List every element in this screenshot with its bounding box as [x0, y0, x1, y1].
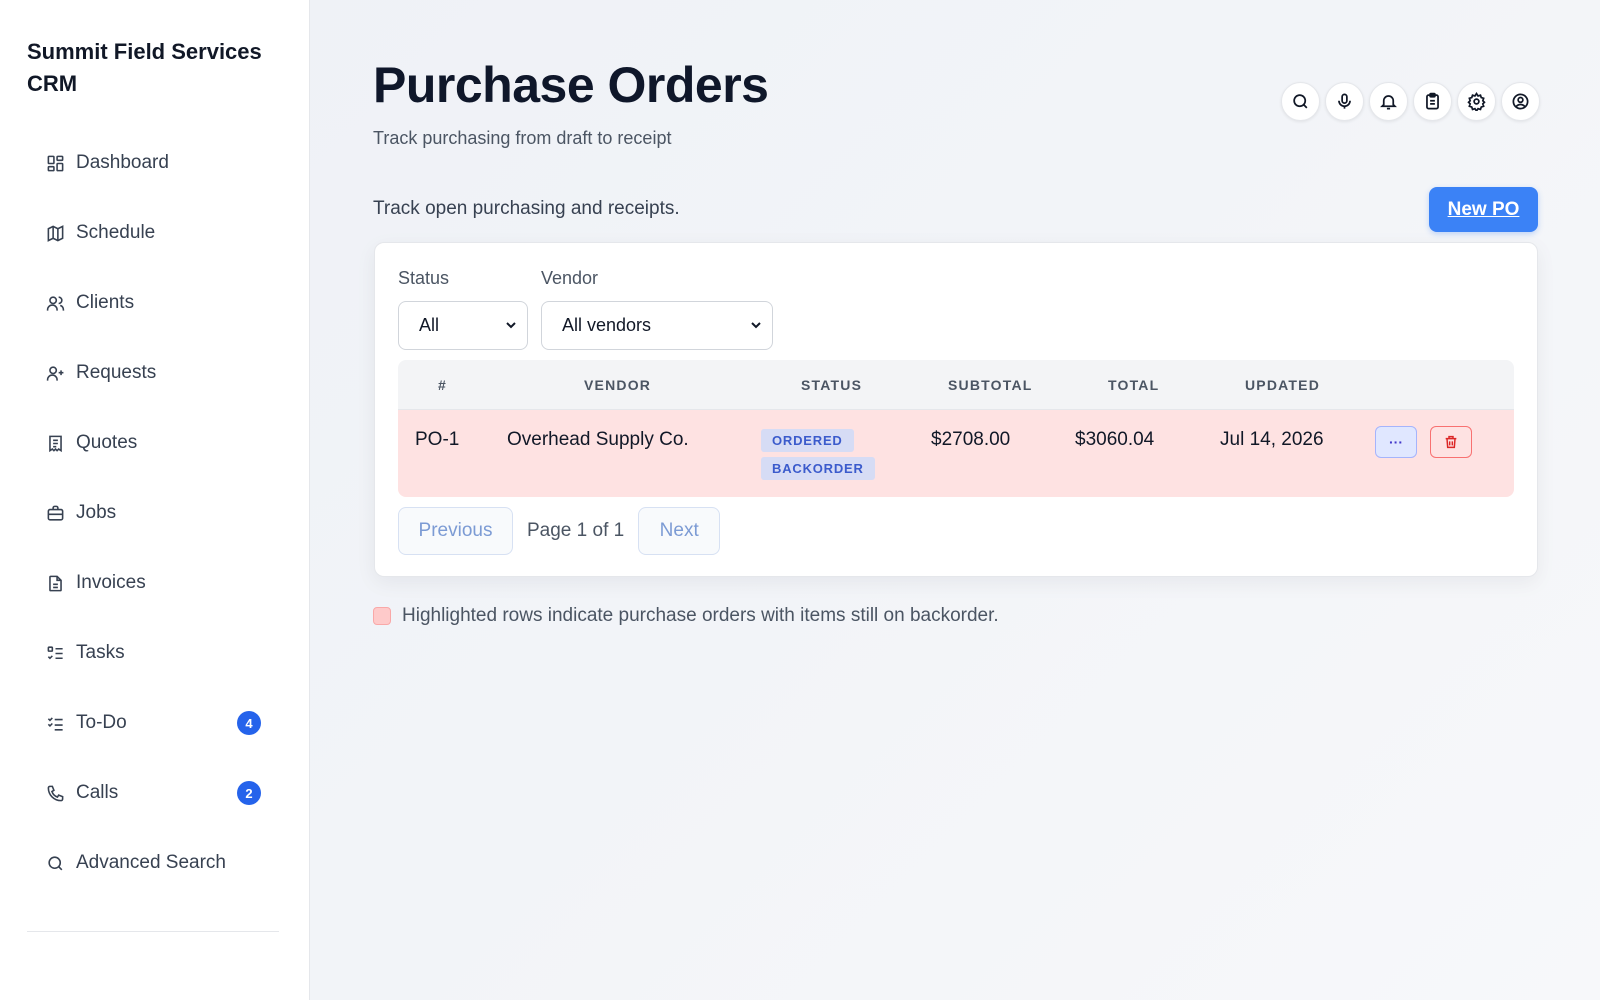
column-header-subtotal[interactable]: Subtotal [948, 377, 1033, 393]
file-text-icon [42, 570, 68, 596]
sidebar-item-requests[interactable]: Requests [27, 350, 283, 396]
table-header: # Vendor Status Subtotal Total Updated [398, 360, 1514, 410]
status-select-value: All [419, 315, 440, 335]
sidebar-item-label: To-Do [76, 712, 127, 733]
vendor-filter-label: Vendor [541, 268, 599, 288]
purchase-orders-card: Status All Vendor All vendors # Vendor S… [374, 242, 1538, 577]
status-select[interactable]: All [398, 301, 528, 350]
profile-button[interactable] [1501, 82, 1540, 121]
sidebar-item-label: Dashboard [76, 152, 169, 173]
sidebar-divider [27, 931, 279, 932]
list-check-icon [42, 640, 68, 666]
briefcase-icon [42, 500, 68, 526]
more-actions-button[interactable]: ··· [1375, 426, 1417, 458]
po-updated: Jul 14, 2026 [1220, 429, 1324, 450]
po-vendor: Overhead Supply Co. [507, 429, 689, 450]
po-subtotal: $2708.00 [931, 429, 1011, 450]
bell-icon [1380, 95, 1397, 110]
header-toolbar [1281, 82, 1540, 121]
next-page-button[interactable]: Next [638, 507, 721, 555]
clipboard-button[interactable] [1413, 82, 1452, 121]
status-badge: ORDERED [761, 429, 854, 452]
po-number: PO-1 [415, 429, 460, 450]
sidebar-item-label: Quotes [76, 432, 138, 453]
sidebar-item-schedule[interactable]: Schedule [27, 210, 283, 256]
sidebar-item-dashboard[interactable]: Dashboard [27, 140, 283, 186]
sidebar-item-label: Calls [76, 782, 119, 803]
page-indicator: Page 1 of 1 [527, 520, 625, 541]
user-circle-icon [1512, 93, 1529, 110]
highlight-legend: Highlighted rows indicate purchase order… [373, 605, 999, 627]
app-title: Summit Field Services CRM [27, 39, 262, 96]
column-header-vendor[interactable]: Vendor [584, 377, 651, 393]
sidebar-item-tasks[interactable]: Tasks [27, 630, 283, 676]
more-dots-icon: ··· [1389, 434, 1403, 450]
users-icon [42, 290, 68, 316]
map-icon [42, 220, 68, 246]
column-header-total[interactable]: Total [1108, 377, 1159, 393]
search-icon [1293, 94, 1308, 109]
user-plus-icon [42, 360, 68, 386]
chevron-down-icon [751, 322, 761, 329]
po-total: $3060.04 [1075, 429, 1155, 450]
settings-button[interactable] [1457, 82, 1496, 121]
sidebar-item-quotes[interactable]: Quotes [27, 420, 283, 466]
sidebar-item-label: Clients [76, 292, 135, 313]
page-subtitle: Track purchasing from draft to receipt [373, 128, 672, 148]
voice-button[interactable] [1325, 82, 1364, 121]
column-header-updated[interactable]: Updated [1245, 377, 1320, 393]
vendor-select[interactable]: All vendors [541, 301, 773, 350]
sidebar-item-label: Tasks [76, 642, 125, 663]
sidebar: Summit Field Services CRM Dashboard Sche… [0, 0, 310, 1000]
sidebar-item-advanced-search[interactable]: Advanced Search [27, 840, 283, 886]
pagination: Previous Page 1 of 1 Next [398, 507, 721, 555]
clipboard-icon [1426, 92, 1439, 110]
sidebar-item-todo[interactable]: To-Do 4 [27, 700, 283, 746]
vendor-select-value: All vendors [562, 315, 652, 335]
sidebar-item-label: Schedule [76, 222, 156, 243]
sidebar-item-jobs[interactable]: Jobs [27, 490, 283, 536]
checklist-icon [42, 710, 68, 736]
status-filter-label: Status [398, 268, 450, 288]
receipt-icon [42, 430, 68, 456]
notifications-button[interactable] [1369, 82, 1408, 121]
delete-button[interactable] [1430, 426, 1472, 458]
sidebar-item-calls[interactable]: Calls 2 [27, 770, 283, 816]
microphone-icon [1338, 93, 1351, 109]
sidebar-item-label: Invoices [76, 572, 146, 593]
sidebar-item-label: Jobs [76, 502, 117, 523]
column-header-number[interactable]: # [438, 377, 447, 393]
page-title: Purchase Orders [373, 57, 769, 113]
dashboard-icon [42, 150, 68, 176]
legend-text: Highlighted rows indicate purchase order… [402, 605, 999, 626]
table-row[interactable]: PO-1 Overhead Supply Co. ORDERED BACKORD… [398, 410, 1514, 497]
sidebar-item-label: Advanced Search [76, 852, 226, 873]
intro-text: Track open purchasing and receipts. [373, 198, 680, 219]
sidebar-item-label: Requests [76, 362, 157, 383]
phone-icon [42, 780, 68, 806]
status-badge: BACKORDER [761, 457, 875, 480]
legend-swatch [373, 607, 391, 625]
sidebar-item-invoices[interactable]: Invoices [27, 560, 283, 606]
search-icon [42, 850, 68, 876]
previous-page-button[interactable]: Previous [398, 507, 513, 555]
todo-count-badge: 4 [237, 711, 261, 735]
gear-icon [1467, 92, 1486, 111]
calls-count-badge: 2 [237, 781, 261, 805]
search-button[interactable] [1281, 82, 1320, 121]
sidebar-item-clients[interactable]: Clients [27, 280, 283, 326]
trash-icon [1445, 435, 1457, 449]
column-header-status[interactable]: Status [801, 377, 862, 393]
new-po-button[interactable]: New PO [1429, 187, 1538, 232]
purchase-orders-table: # Vendor Status Subtotal Total Updated P… [398, 360, 1514, 497]
chevron-down-icon [506, 322, 516, 329]
